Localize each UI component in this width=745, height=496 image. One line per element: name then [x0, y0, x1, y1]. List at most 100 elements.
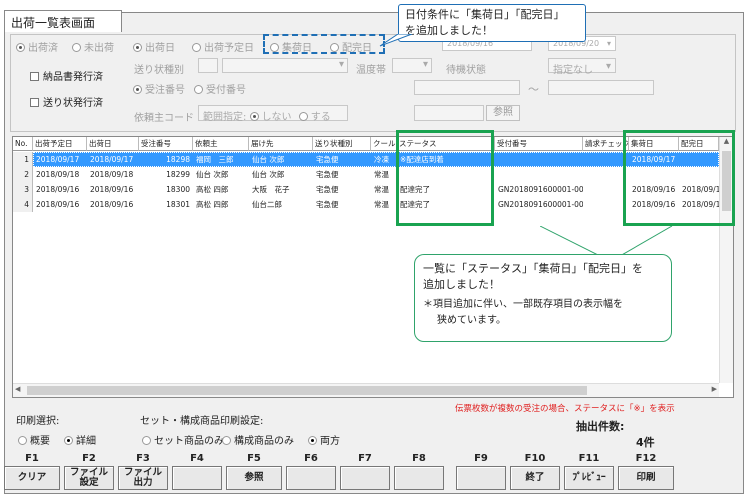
function-key-f7[interactable]: F7: [340, 452, 390, 492]
radio-print-summary[interactable]: 概要: [18, 432, 50, 447]
table-cell: 2: [13, 167, 33, 182]
function-key-button[interactable]: ファイル 出力: [118, 466, 168, 490]
function-key-button[interactable]: クリア: [4, 466, 60, 490]
radio-ship-date[interactable]: 出荷日: [133, 39, 175, 54]
function-key-button[interactable]: [394, 466, 444, 490]
column-header[interactable]: 届け先: [249, 137, 313, 151]
radio-icon: [72, 42, 81, 52]
column-header[interactable]: 出荷日: [87, 137, 139, 151]
column-header[interactable]: クール: [371, 137, 397, 151]
column-header[interactable]: No.: [13, 137, 33, 151]
requester-code-field[interactable]: [414, 105, 484, 121]
selected-row-outline: [33, 152, 719, 167]
radio-component-only[interactable]: 構成商品のみ: [222, 432, 294, 447]
requester-code-label: 依頼主コード: [134, 113, 194, 124]
column-header[interactable]: 受付番号: [495, 137, 583, 151]
function-key-f10[interactable]: F10 終了: [510, 452, 560, 492]
slip-type-label: 送り状種別: [134, 65, 184, 76]
callout-line: 追加しました！: [423, 278, 500, 291]
status-column-highlight: [396, 130, 494, 226]
callout-pointer: [540, 226, 673, 256]
function-key-f2[interactable]: F2 ファイル 設定: [64, 452, 114, 492]
radio-icon: [194, 84, 203, 94]
radio-unshipped[interactable]: 未出荷: [72, 39, 114, 54]
radio-receipt-no[interactable]: 受付番号: [194, 81, 246, 96]
table-cell: 常温: [374, 170, 389, 179]
checkbox-slip-issued[interactable]: 送り状発行済: [30, 94, 103, 109]
window-title: 出荷一覧表画面: [4, 10, 122, 32]
table-cell: 大阪 花子: [252, 185, 290, 194]
table-cell: 18301: [166, 200, 190, 209]
function-key-button[interactable]: 参照: [226, 466, 282, 490]
radio-icon: [270, 42, 279, 52]
browse-button[interactable]: 参照: [486, 105, 520, 121]
checkbox-invoice-issued[interactable]: 納品書発行済: [30, 68, 103, 83]
function-key-button[interactable]: ﾌﾟﾚﾋﾞｭｰ: [564, 466, 614, 490]
function-key-f3[interactable]: F3 ファイル 出力: [118, 452, 168, 492]
radio-icon: [18, 435, 27, 445]
table-cell: 高松 四郎: [196, 185, 229, 194]
function-key-f12[interactable]: F12 印刷: [618, 452, 674, 492]
wait-state-select[interactable]: 指定なし ▾: [548, 58, 616, 76]
column-header[interactable]: 受注番号: [139, 137, 193, 151]
column-header[interactable]: 依頼主: [193, 137, 249, 151]
function-key-button[interactable]: [172, 466, 222, 490]
number-from-field[interactable]: [414, 80, 520, 95]
slip-type-code-field[interactable]: [198, 58, 218, 73]
number-to-field[interactable]: [548, 80, 654, 95]
function-key-button[interactable]: [286, 466, 336, 490]
function-key-button[interactable]: ファイル 設定: [64, 466, 114, 490]
radio-range-on[interactable]: する: [298, 111, 331, 123]
table-cell: 18300: [166, 185, 190, 194]
callout-line: を追加しました！: [405, 24, 493, 37]
table-cell: 常温: [374, 200, 389, 209]
radio-icon: [192, 42, 201, 52]
temp-zone-select[interactable]: ▾: [392, 58, 432, 73]
chevron-down-icon: ▾: [606, 39, 611, 48]
radio-collect-date[interactable]: 集荷日: [270, 39, 312, 54]
function-key-button[interactable]: 終了: [510, 466, 560, 490]
callout-pointer: [379, 34, 413, 47]
function-key-f9[interactable]: F9: [456, 452, 506, 492]
table-cell: 3: [13, 182, 33, 197]
function-key-f1[interactable]: F1 クリア: [4, 452, 60, 492]
radio-shipped[interactable]: 出荷済: [16, 39, 58, 54]
table-cell: 18299: [166, 170, 190, 179]
function-key-button[interactable]: 印刷: [618, 466, 674, 490]
table-cell: 仙台 次郎: [196, 170, 229, 179]
radio-planned-date[interactable]: 出荷予定日: [192, 39, 254, 54]
table-cell: 2018/09/16: [90, 200, 134, 209]
radio-order-no[interactable]: 受注番号: [133, 81, 185, 96]
slip-type-select[interactable]: ▾: [222, 58, 348, 73]
radio-set-only[interactable]: セット商品のみ: [142, 432, 224, 447]
function-key-f8[interactable]: F8: [394, 452, 444, 492]
scroll-left-icon[interactable]: ◀: [15, 385, 20, 393]
function-key-number: F11: [578, 453, 600, 464]
function-key-f4[interactable]: F4: [172, 452, 222, 492]
count-label: 抽出件数:: [576, 420, 625, 433]
radio-both[interactable]: 両方: [308, 432, 340, 447]
print-select-label: 印刷選択:: [16, 416, 60, 427]
function-key-f5[interactable]: F5 参照: [226, 452, 282, 492]
radio-range-off[interactable]: しない: [249, 111, 292, 123]
radio-print-detail[interactable]: 詳細: [64, 432, 96, 447]
function-key-button[interactable]: [340, 466, 390, 490]
radio-icon: [133, 84, 142, 94]
function-key-f11[interactable]: F11 ﾌﾟﾚﾋﾞｭｰ: [564, 452, 614, 492]
table-cell: GN2018091600001-0001: [498, 185, 583, 194]
radio-icon: [330, 42, 339, 52]
status-note: 伝票枚数が複数の受注の場合、ステータスに「※」を表示: [455, 404, 675, 414]
radio-icon: [133, 42, 142, 52]
function-key-f6[interactable]: F6: [286, 452, 336, 492]
scroll-right-icon[interactable]: ▶: [712, 385, 717, 393]
radio-delivered-date[interactable]: 配完日: [330, 39, 372, 54]
function-key-number: F7: [358, 453, 372, 464]
horizontal-scrollbar[interactable]: ◀ ▶: [13, 383, 719, 397]
scroll-thumb[interactable]: [27, 386, 587, 395]
column-header[interactable]: 出荷予定日: [33, 137, 87, 151]
radio-icon: [308, 435, 317, 445]
table-cell: 宅急便: [316, 185, 339, 194]
function-key-number: F4: [190, 453, 204, 464]
function-key-button[interactable]: [456, 466, 506, 490]
column-header[interactable]: 送り状種別: [313, 137, 371, 151]
